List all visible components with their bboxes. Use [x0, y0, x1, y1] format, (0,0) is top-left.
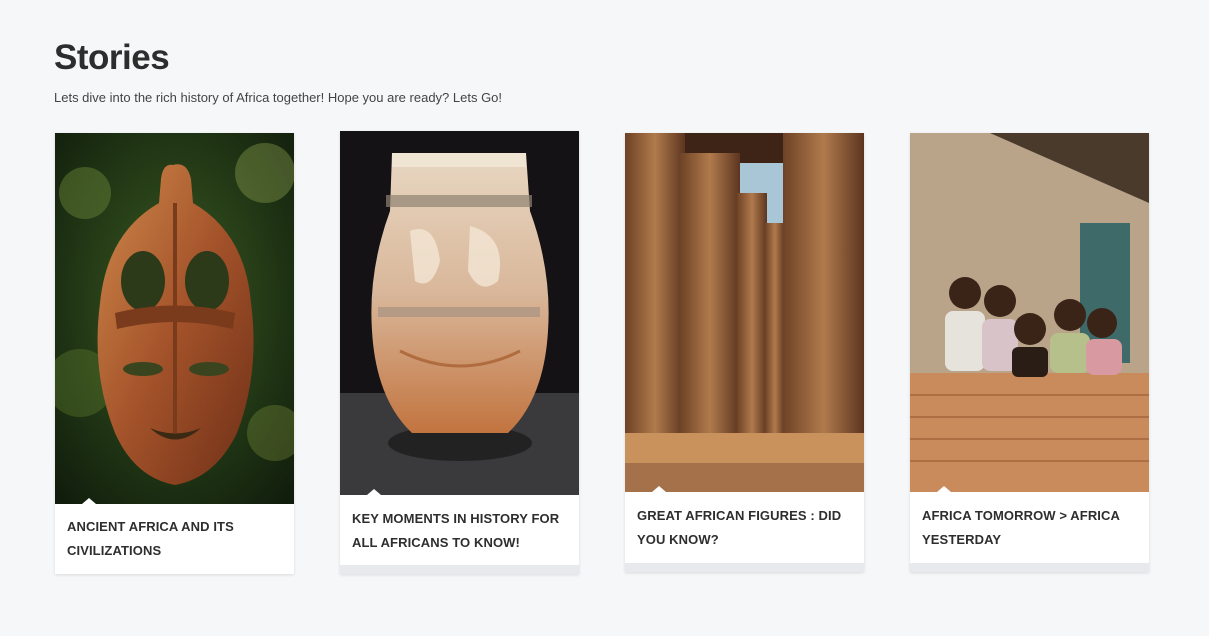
card-footer [340, 565, 579, 574]
story-card-ancient-africa[interactable]: ANCIENT AFRICA AND ITS CIVILIZATIONS [55, 133, 294, 574]
story-card-title[interactable]: GREAT AFRICAN FIGURES : DID YOU KNOW? [637, 504, 852, 552]
card-notch [652, 486, 666, 492]
story-card-title[interactable]: KEY MOMENTS IN HISTORY FOR ALL AFRICANS … [352, 507, 567, 555]
carved-wooden-mask-image [55, 133, 294, 504]
card-footer [625, 563, 864, 572]
card-notch [937, 486, 951, 492]
card-notch [367, 489, 381, 495]
story-card-key-moments[interactable]: KEY MOMENTS IN HISTORY FOR ALL AFRICANS … [340, 131, 579, 574]
story-card-great-figures[interactable]: GREAT AFRICAN FIGURES : DID YOU KNOW? [625, 133, 864, 572]
story-card-africa-tomorrow[interactable]: AFRICA TOMORROW > AFRICA YESTERDAY [910, 133, 1149, 572]
page-subtitle: Lets dive into the rich history of Afric… [54, 90, 503, 105]
carved-alabaster-vase-image [340, 131, 579, 495]
story-card-title[interactable]: AFRICA TOMORROW > AFRICA YESTERDAY [922, 504, 1137, 552]
ancient-temple-columns-image [625, 133, 864, 492]
card-notch [82, 498, 96, 504]
smiling-children-at-wall-image [910, 133, 1149, 492]
story-card-title[interactable]: ANCIENT AFRICA AND ITS CIVILIZATIONS [67, 515, 282, 563]
card-footer [910, 563, 1149, 572]
page-title: Stories [54, 38, 170, 77]
